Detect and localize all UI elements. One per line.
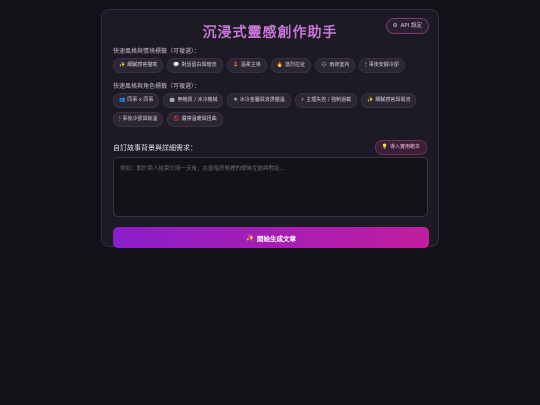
style-tag-4[interactable]: 🌧 雨夜室內 xyxy=(315,58,356,73)
role-tag-label: 主理失控 / 強制過載 xyxy=(306,97,352,103)
style-tag-label: 激烈拉扯 xyxy=(284,62,305,68)
lightning-icon: ⚡ xyxy=(300,97,305,103)
sparkles-icon: ✨ xyxy=(245,233,255,242)
style-tag-1[interactable]: 💬 對話留白與暗流 xyxy=(167,58,223,73)
robot-icon: 🤖 xyxy=(169,97,176,103)
speech-bubble-icon: 💬 xyxy=(173,62,180,68)
style-tag-label: 雨夜室內 xyxy=(329,62,350,68)
style-tag-2[interactable]: 💄 溫柔主導 xyxy=(226,58,267,73)
page: 沉浸式靈感創作助手 ⚙ API 設定 快速風格與情境標籤（可複選）： ✨ 細膩感官… xyxy=(0,0,540,405)
style-tag-3[interactable]: 🔥 激烈拉扯 xyxy=(270,58,311,73)
main-card: 沉浸式靈感創作助手 ⚙ API 設定 快速風格與情境標籤（可複選）： ✨ 細膩感官… xyxy=(101,9,439,248)
role-tag-3[interactable]: ⚡ 主理失控 / 強制過載 xyxy=(294,93,358,108)
generate-button[interactable]: ✨ 開始生成文章 xyxy=(113,227,429,248)
users-icon: 👥 xyxy=(119,97,126,103)
style-tags-label: 快速風格與情境標籤（可複選）： xyxy=(113,48,201,55)
forbidden-icon: 🚫 xyxy=(173,116,180,122)
style-tag-5[interactable]: 🕯 事後安靜冷卻 xyxy=(359,58,405,73)
role-tag-1[interactable]: 🤖 無機質 / 冰冷機械 xyxy=(163,93,224,108)
import-template-label: 導入實用範本 xyxy=(389,144,420,150)
story-textarea[interactable]: 例如：關於兩人結束忙碌一天後，在昏暗房間裡的曖昧互動與對話... xyxy=(113,157,428,217)
role-tag-2[interactable]: ❄ 冰冷金屬與滾燙體溫 xyxy=(227,93,291,108)
api-settings-button[interactable]: ⚙ API 設定 xyxy=(385,18,429,34)
style-tag-0[interactable]: ✨ 細膩感官描寫 xyxy=(113,58,164,73)
role-tag-label: 冰冷金屬與滾燙體溫 xyxy=(239,97,285,103)
api-settings-label: API 設定 xyxy=(400,23,422,29)
import-template-button[interactable]: 💡 導入實用範本 xyxy=(374,140,427,155)
story-label: 自訂故事背景與詳細需求： xyxy=(113,144,197,152)
role-tag-5[interactable]: 🕯 事後冷卻與餘溫 xyxy=(113,112,164,127)
generate-label: 開始生成文章 xyxy=(257,234,297,243)
style-tag-label: 溫柔主導 xyxy=(240,62,261,68)
role-tags-row: 👥 同事 x 同事 🤖 無機質 / 冰冷機械 ❄ 冰冷金屬與滾燙體溫 ⚡ 主理失控 / 強制過… xyxy=(113,93,429,127)
style-tag-label: 事後安靜冷卻 xyxy=(368,62,399,68)
role-tag-4[interactable]: ✨ 細膩感官與電流 xyxy=(361,93,417,108)
gear-icon: ⚙ xyxy=(392,23,398,29)
style-tag-label: 對話留白與暗流 xyxy=(181,62,217,68)
role-tag-6[interactable]: 🚫 嚴禁溫暖與扭曲 xyxy=(167,112,223,127)
role-tag-0[interactable]: 👥 同事 x 同事 xyxy=(113,93,160,108)
role-tag-label: 事後冷卻與餘溫 xyxy=(122,116,158,122)
role-tag-label: 嚴禁溫暖與扭曲 xyxy=(181,116,217,122)
sparkles-icon: ✨ xyxy=(367,97,374,103)
candle-icon: 🕯 xyxy=(119,116,121,122)
fire-icon: 🔥 xyxy=(276,62,283,68)
role-tags-label: 快速風格與角色標籤（可複選）： xyxy=(113,83,201,90)
rain-cloud-icon: 🌧 xyxy=(321,62,328,68)
role-tag-label: 同事 x 同事 xyxy=(127,97,154,103)
role-tag-label: 無機質 / 冰冷機械 xyxy=(177,97,218,103)
candle-icon: 🕯 xyxy=(365,62,367,68)
story-placeholder: 例如：關於兩人結束忙碌一天後，在昏暗房間裡的曖昧互動與對話... xyxy=(120,166,285,172)
lightbulb-icon: 💡 xyxy=(381,144,388,150)
style-tags-row: ✨ 細膩感官描寫 💬 對話留白與暗流 💄 溫柔主導 🔥 激烈拉扯 🌧 雨夜室內 🕯 事後安靜冷卻 xyxy=(113,58,429,73)
style-tag-label: 細膩感官描寫 xyxy=(127,62,158,68)
snowflake-icon: ❄ xyxy=(233,97,238,103)
sparkles-icon: ✨ xyxy=(119,62,126,68)
lipstick-icon: 💄 xyxy=(232,62,239,68)
role-tag-label: 細膩感官與電流 xyxy=(375,97,411,103)
